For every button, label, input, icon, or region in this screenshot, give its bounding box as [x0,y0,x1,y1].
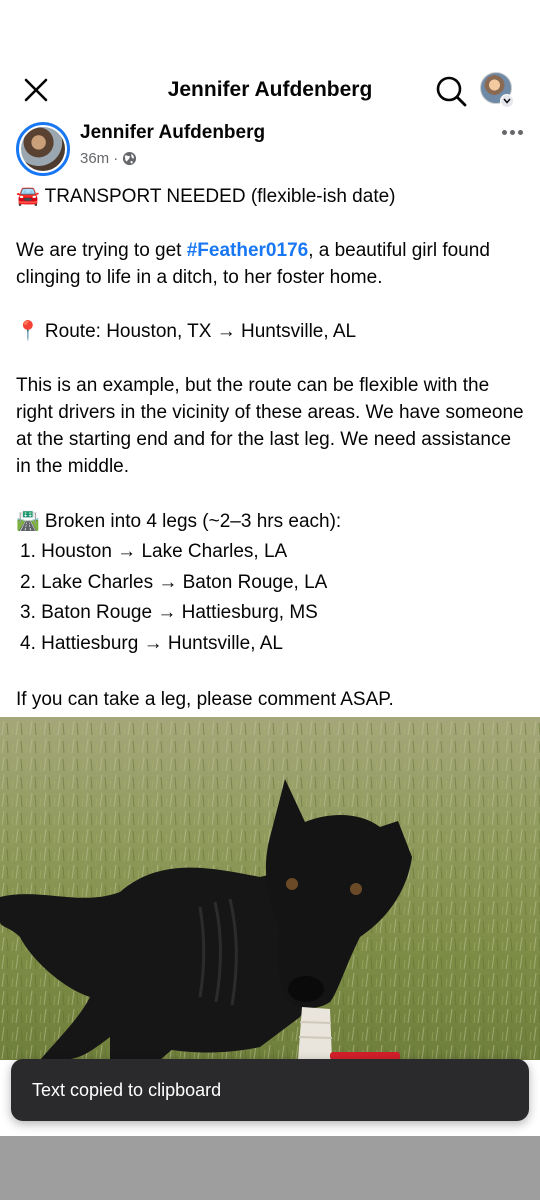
more-dot [509,129,515,135]
more-dot [517,129,523,135]
example-paragraph: This is an example, but the route can be… [16,375,524,477]
cta-line: If you can take a leg, please comment AS… [16,689,394,710]
post-header: Jennifer Aufdenberg 36m · [0,120,540,180]
route-line: 📍 Route: Houston, TX → Huntsville, AL [16,321,357,342]
list-item: 3. Baton Rouge → Hattiesburg, MS [20,602,318,623]
author-avatar[interactable] [16,122,70,176]
author-name[interactable]: Jennifer Aufdenberg [80,122,265,144]
post-photo[interactable] [0,717,540,1060]
more-options-button[interactable] [498,122,526,142]
top-bar: Jennifer Aufdenberg [0,60,540,120]
search-button[interactable] [432,72,470,110]
list-item: 4. Hattiesburg → Huntsville, AL [20,632,283,654]
chevron-down-icon [500,94,514,108]
more-dot [501,129,507,135]
post-time[interactable]: 36m [80,150,109,167]
intro-text-before: We are trying to get [16,240,187,261]
post-meta: 36m · [80,150,137,167]
profile-menu-button[interactable] [480,72,516,108]
avatar-image [21,127,65,171]
legs-header: 🛣️ Broken into 4 legs (~2–3 hrs each): [16,511,342,532]
intro-paragraph: We are trying to get #Feather0176, a bea… [16,237,524,291]
list-item: 1. Houston → Lake Charles, LA [20,541,288,562]
toast-message: Text copied to clipboard [32,1079,222,1100]
meta-separator: · [113,150,119,167]
transport-line: 🚘 TRANSPORT NEEDED (flexible-ish date) [16,186,396,207]
post-text: 🚘 TRANSPORT NEEDED (flexible-ish date) W… [16,183,524,713]
snackbar-toast: Text copied to clipboard [11,1059,529,1121]
dog-photo-illustration [0,717,540,1060]
search-icon [436,76,467,107]
hashtag-link[interactable]: #Feather0176 [187,240,308,261]
list-item: 2. Lake Charles → Baton Rouge, LA [20,571,328,593]
globe-icon [123,151,137,166]
bottom-overlay [0,1136,540,1200]
